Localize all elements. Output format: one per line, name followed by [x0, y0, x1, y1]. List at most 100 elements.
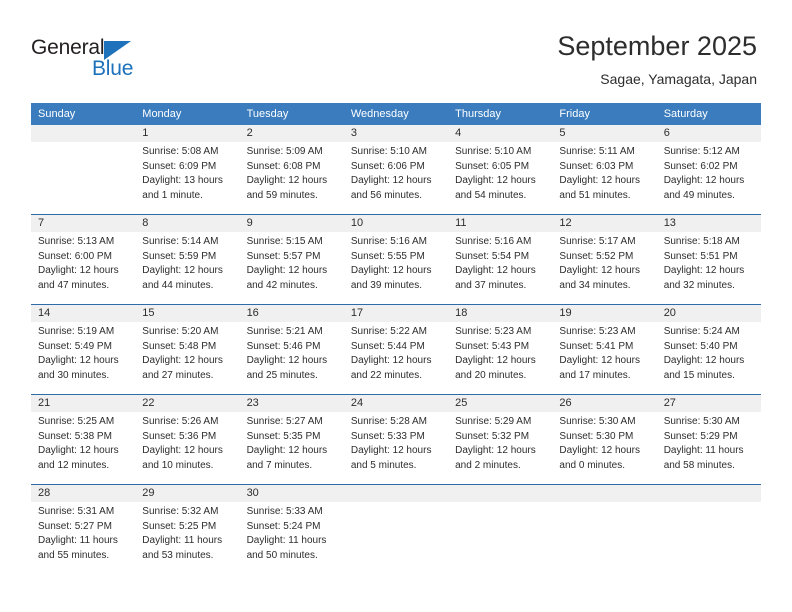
day-detail-line: Sunrise: 5:28 AM	[350, 416, 427, 427]
calendar-day-cell[interactable]: 30 Sunrise: 5:33 AM Sunset: 5:24 PM Dayligh…	[240, 485, 344, 574]
day-details: Sunrise: 5:31 AM Sunset: 5:27 PM Daylight:…	[38, 505, 129, 563]
day-details: Sunrise: 5:29 AM Sunset: 5:32 PM Daylight:…	[455, 415, 546, 473]
day-number: 19	[559, 307, 572, 319]
day-detail-line: and 39 minutes.	[350, 279, 423, 291]
calendar-day-cell[interactable]: 2 Sunrise: 5:09 AM Sunset: 6:08 PM Daylight…	[240, 125, 344, 214]
calendar-day-cell[interactable]: 15 Sunrise: 5:20 AM Sunset: 5:48 PM Dayligh…	[135, 305, 239, 394]
day-number: 12	[559, 217, 572, 229]
day-details: Sunrise: 5:18 AM Sunset: 5:51 PM Daylight:…	[664, 235, 755, 293]
calendar-day-cell[interactable]: 13 Sunrise: 5:18 AM Sunset: 5:51 PM Dayligh…	[657, 215, 761, 304]
calendar-day-cell[interactable]: 5 Sunrise: 5:11 AM Sunset: 6:03 PM Daylight…	[552, 125, 656, 214]
day-detail-line: Sunset: 5:33 PM	[350, 430, 425, 442]
calendar-day-cell[interactable]: 4 Sunrise: 5:10 AM Sunset: 6:05 PM Daylight…	[448, 125, 552, 214]
day-detail-line: Sunset: 5:29 PM	[663, 430, 738, 442]
day-detail-line: and 37 minutes.	[455, 279, 527, 291]
calendar-day-cell[interactable]: 20 Sunrise: 5:24 AM Sunset: 5:40 PM Dayligh…	[657, 305, 761, 394]
day-details: Sunrise: 5:26 AM Sunset: 5:36 PM Daylight:…	[142, 415, 233, 473]
day-detail-line: Daylight: 11 hours	[142, 535, 223, 547]
day-detail-line: Sunrise: 5:15 AM	[246, 236, 323, 247]
calendar-day-cell[interactable]: 23 Sunrise: 5:27 AM Sunset: 5:35 PM Dayligh…	[240, 395, 344, 484]
day-number: 17	[350, 307, 364, 319]
day-detail-line: Sunset: 5:57 PM	[246, 250, 321, 262]
weekday-header-saturday: Saturday	[663, 108, 708, 120]
day-details: Sunrise: 5:10 AM Sunset: 6:06 PM Daylight:…	[351, 145, 442, 203]
day-detail-line: Sunrise: 5:21 AM	[246, 326, 323, 337]
day-detail-line: and 5 minutes.	[350, 459, 417, 471]
calendar-day-cell[interactable]: 26 Sunrise: 5:30 AM Sunset: 5:30 PM Dayligh…	[552, 395, 656, 484]
calendar-day-cell[interactable]: 6 Sunrise: 5:12 AM Sunset: 6:02 PM Daylight…	[657, 125, 761, 214]
calendar-day-cell[interactable]: 16 Sunrise: 5:21 AM Sunset: 5:46 PM Dayligh…	[240, 305, 344, 394]
day-details: Sunrise: 5:33 AM Sunset: 5:24 PM Daylight:…	[247, 505, 338, 563]
day-detail-line: and 12 minutes.	[38, 459, 110, 471]
day-detail-line: Sunrise: 5:08 AM	[142, 146, 219, 157]
calendar-day-cell[interactable]: 22 Sunrise: 5:26 AM Sunset: 5:36 PM Dayligh…	[135, 395, 239, 484]
day-detail-line: and 22 minutes.	[350, 369, 423, 381]
day-detail-line: Daylight: 12 hours	[350, 445, 432, 457]
calendar-day-cell[interactable]: 14 Sunrise: 5:19 AM Sunset: 5:49 PM Dayligh…	[31, 305, 135, 394]
day-detail-line: Sunrise: 5:23 AM	[559, 326, 636, 337]
calendar-day-cell[interactable]: 1 Sunrise: 5:08 AM Sunset: 6:09 PM Daylight…	[135, 125, 239, 214]
day-number: 24	[350, 397, 364, 409]
day-details: Sunrise: 5:17 AM Sunset: 5:52 PM Daylight:…	[559, 235, 650, 293]
day-number: 9	[246, 217, 253, 229]
day-detail-line: Daylight: 12 hours	[663, 265, 745, 277]
day-detail-line: and 15 minutes.	[663, 369, 735, 381]
location-subtitle: Sagae, Yamagata, Japan	[600, 71, 757, 87]
day-detail-line: Sunset: 5:52 PM	[559, 250, 634, 262]
day-detail-line: Daylight: 12 hours	[663, 355, 745, 367]
day-details: Sunrise: 5:12 AM Sunset: 6:02 PM Daylight:…	[664, 145, 755, 203]
day-detail-line: Sunrise: 5:10 AM	[350, 146, 427, 157]
day-detail-line: Sunset: 5:48 PM	[142, 340, 217, 352]
calendar-day-cell[interactable]: 29 Sunrise: 5:32 AM Sunset: 5:25 PM Dayligh…	[135, 485, 239, 574]
calendar-day-cell[interactable]: 18 Sunrise: 5:23 AM Sunset: 5:43 PM Dayligh…	[448, 305, 552, 394]
calendar-day-cell[interactable]: 7 Sunrise: 5:13 AM Sunset: 6:00 PM Daylight…	[31, 215, 135, 304]
day-detail-line: and 50 minutes.	[246, 549, 318, 561]
page-title: September 2025	[557, 31, 757, 61]
calendar-day-cell[interactable]: 10 Sunrise: 5:16 AM Sunset: 5:55 PM Dayligh…	[344, 215, 448, 304]
calendar-day-cell[interactable]: 12 Sunrise: 5:17 AM Sunset: 5:52 PM Dayligh…	[552, 215, 656, 304]
calendar-page: General Blue September 2025 Sagae, Yamag…	[0, 0, 792, 612]
day-detail-line: Sunrise: 5:16 AM	[350, 236, 427, 247]
day-number: 30	[246, 487, 259, 499]
day-number: 3	[350, 127, 357, 139]
day-detail-line: Sunrise: 5:16 AM	[455, 236, 532, 247]
day-details: Sunrise: 5:22 AM Sunset: 5:44 PM Daylight:…	[351, 325, 442, 383]
calendar-day-cell[interactable]: 11 Sunrise: 5:16 AM Sunset: 5:54 PM Dayligh…	[448, 215, 552, 304]
calendar-day-cell[interactable]: 19 Sunrise: 5:23 AM Sunset: 5:41 PM Dayligh…	[552, 305, 656, 394]
day-detail-line: and 54 minutes.	[455, 189, 527, 201]
calendar-day-cell[interactable]: 3 Sunrise: 5:10 AM Sunset: 6:06 PM Daylight…	[344, 125, 448, 214]
calendar-day-cell[interactable]: 21 Sunrise: 5:25 AM Sunset: 5:38 PM Dayligh…	[31, 395, 135, 484]
day-details: Sunrise: 5:20 AM Sunset: 5:48 PM Daylight:…	[142, 325, 233, 383]
calendar-day-cell[interactable]: 17 Sunrise: 5:22 AM Sunset: 5:44 PM Dayligh…	[344, 305, 448, 394]
day-detail-line: Sunset: 6:00 PM	[38, 250, 112, 262]
day-detail-line: Sunrise: 5:22 AM	[350, 326, 427, 337]
day-details: Sunrise: 5:30 AM Sunset: 5:29 PM Daylight:…	[664, 415, 755, 473]
day-detail-line: Sunset: 5:43 PM	[455, 340, 530, 352]
day-detail-line: and 32 minutes.	[663, 279, 735, 291]
calendar-week-row: 7 Sunrise: 5:13 AM Sunset: 6:00 PM Daylight…	[31, 214, 761, 304]
calendar-day-cell[interactable]: 28 Sunrise: 5:31 AM Sunset: 5:27 PM Dayligh…	[31, 485, 135, 574]
day-detail-line: Sunset: 5:49 PM	[38, 340, 112, 352]
weekday-header-tuesday: Tuesday	[246, 108, 289, 120]
day-detail-line: and 30 minutes.	[38, 369, 110, 381]
day-detail-line: and 7 minutes.	[246, 459, 313, 471]
calendar-cell-empty	[552, 485, 656, 574]
day-detail-line: Sunset: 5:30 PM	[559, 430, 634, 442]
calendar-day-cell[interactable]: 24 Sunrise: 5:28 AM Sunset: 5:33 PM Dayligh…	[344, 395, 448, 484]
calendar-week-cells: 1 Sunrise: 5:08 AM Sunset: 6:09 PM Daylight…	[31, 125, 761, 214]
day-detail-line: and 17 minutes.	[559, 369, 631, 381]
calendar-day-cell[interactable]: 9 Sunrise: 5:15 AM Sunset: 5:57 PM Daylight…	[240, 215, 344, 304]
day-detail-line: and 55 minutes.	[38, 549, 110, 561]
logo-text-blue: Blue	[92, 57, 134, 80]
calendar-day-cell[interactable]: 27 Sunrise: 5:30 AM Sunset: 5:29 PM Dayligh…	[657, 395, 761, 484]
day-detail-line: Daylight: 12 hours	[38, 265, 119, 277]
day-detail-line: Sunrise: 5:24 AM	[663, 326, 740, 337]
calendar-day-cell[interactable]: 8 Sunrise: 5:14 AM Sunset: 5:59 PM Daylight…	[135, 215, 239, 304]
day-number: 5	[559, 127, 566, 139]
day-detail-line: Daylight: 12 hours	[455, 355, 536, 367]
day-number: 15	[142, 307, 155, 319]
day-detail-line: and 0 minutes.	[559, 459, 626, 471]
calendar-week-cells: 7 Sunrise: 5:13 AM Sunset: 6:00 PM Daylight…	[31, 215, 761, 304]
calendar-day-cell[interactable]: 25 Sunrise: 5:29 AM Sunset: 5:32 PM Dayligh…	[448, 395, 552, 484]
day-detail-line: Sunrise: 5:19 AM	[38, 326, 115, 337]
